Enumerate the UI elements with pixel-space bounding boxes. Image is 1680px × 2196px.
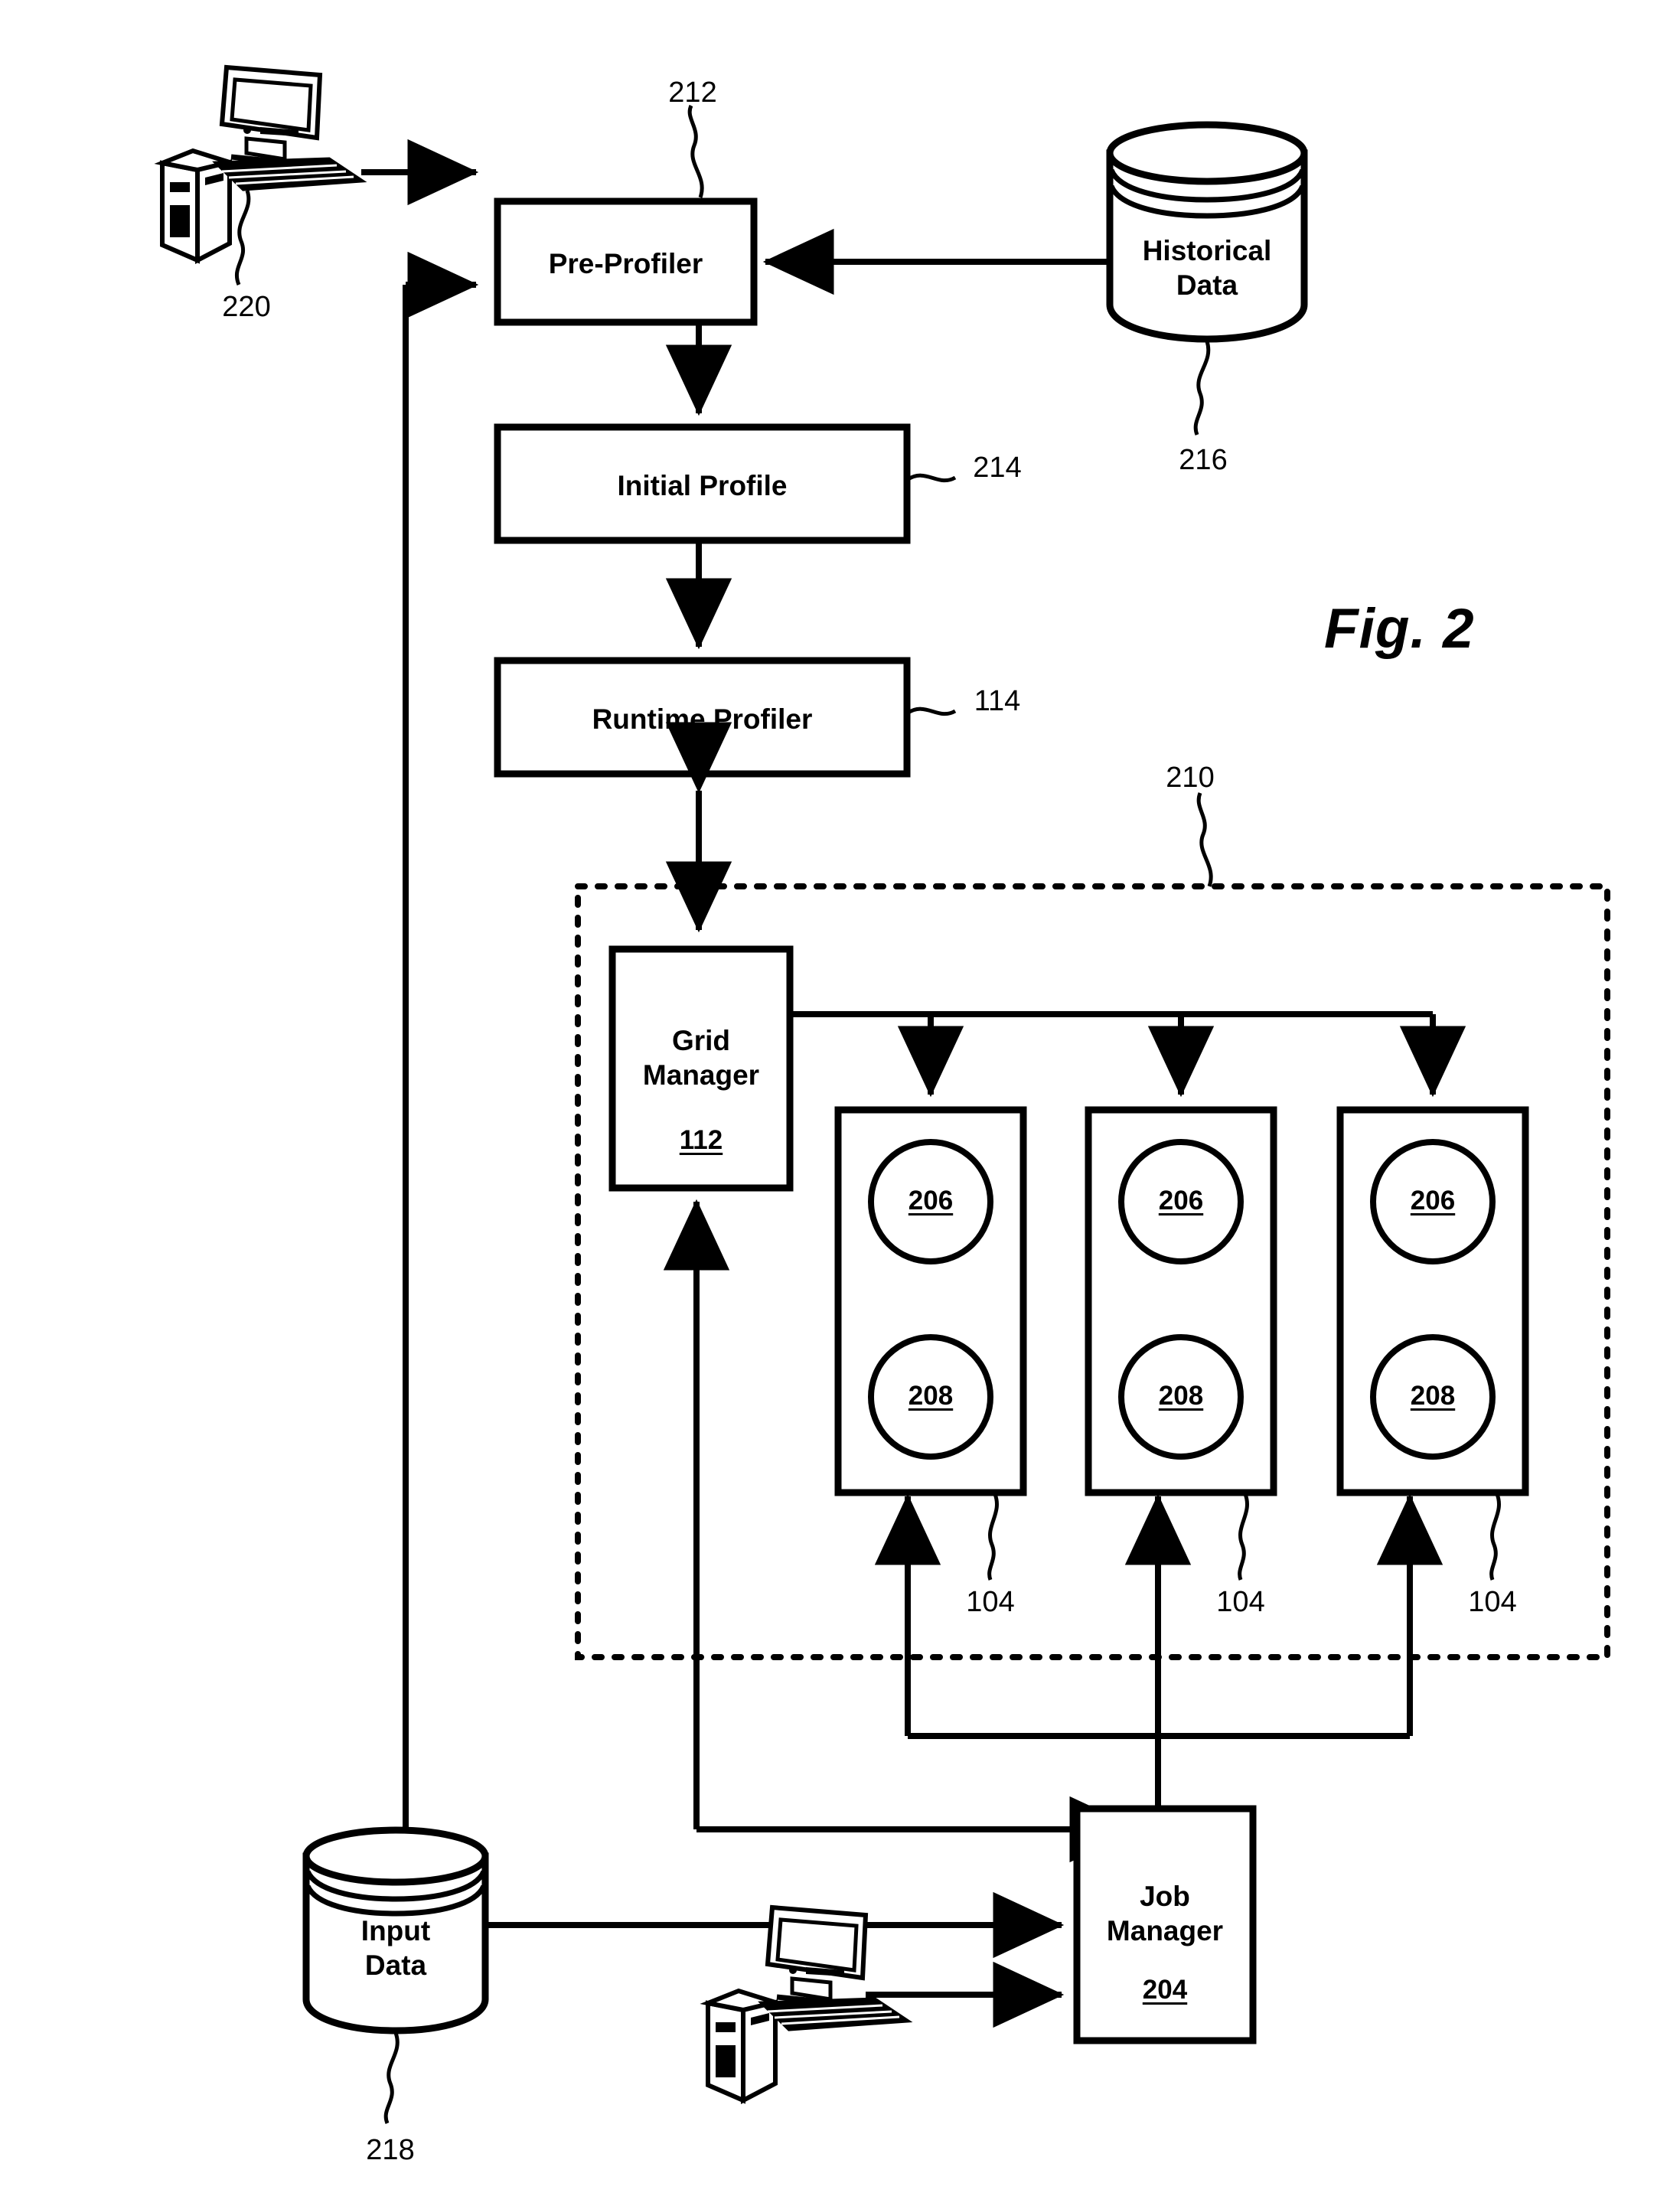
grid-manager-label: Grid Manager (642, 1025, 760, 1091)
runtime-profiler-label: Runtime Profiler (592, 703, 813, 735)
ref-104-node-3: 104 (1468, 1586, 1517, 1618)
node-3-circle-208: 208 (1410, 1381, 1456, 1411)
ref-104-node-1: 104 (966, 1586, 1015, 1618)
ref-218: 218 (366, 2134, 415, 2166)
diagram-vector-layer (154, 64, 1610, 2124)
job-manager-label: Job Manager (1106, 1881, 1224, 1947)
workstation-top-icon (154, 64, 367, 286)
node-1-circle-208: 208 (908, 1381, 954, 1411)
ref-220: 220 (222, 291, 271, 323)
ref-216: 216 (1179, 444, 1228, 476)
ref-210: 210 (1166, 762, 1215, 794)
ref-114: 114 (974, 685, 1021, 717)
workstation-bottom-icon (700, 1904, 913, 2104)
job-manager-refnum: 204 (1142, 1975, 1188, 2005)
node-3-circle-206: 206 (1410, 1186, 1456, 1215)
node-2-circle-206: 206 (1158, 1186, 1204, 1215)
figure-label: Fig. 2 (1324, 598, 1475, 660)
pre-profiler-label: Pre-Profiler (548, 248, 703, 279)
input-data-label: Input Data (360, 1915, 431, 1982)
historical-data-label: Historical Data (1142, 235, 1272, 302)
initial-profile-label: Initial Profile (617, 470, 788, 501)
ref-104-node-2: 104 (1216, 1586, 1265, 1618)
ref-214: 214 (973, 452, 1022, 484)
ref-212: 212 (668, 77, 717, 109)
node-1-circle-206: 206 (908, 1186, 954, 1215)
grid-manager-refnum: 112 (679, 1125, 723, 1155)
figure-canvas: Fig. 2 Pre-Profiler 212 220 Historical D… (0, 0, 1680, 2196)
node-2-circle-208: 208 (1158, 1381, 1204, 1411)
